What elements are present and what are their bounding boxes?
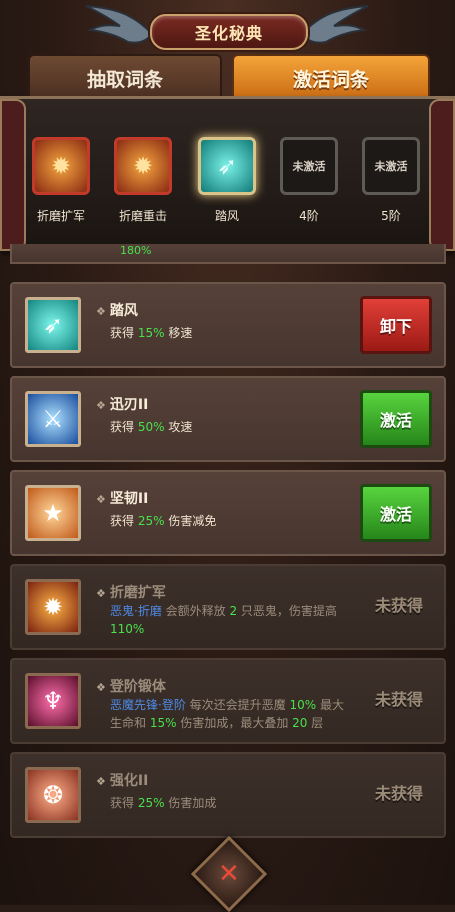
tab-draw-entries[interactable]: 抽取词条 <box>28 54 222 102</box>
entry-desc: 获得 15% 移速 <box>110 326 193 340</box>
unequip-button[interactable]: 卸下 <box>360 296 432 354</box>
entry-name: 踏风 <box>109 303 138 319</box>
activate-button[interactable]: 激活 <box>360 484 432 542</box>
entry-desc: 获得 50% 攻速 <box>110 420 193 434</box>
active-slots-panel: ✹ 折磨扩军 ✹ 折磨重击 ➶ 踏风 未激活 4阶 未激活 5阶 <box>0 96 455 251</box>
shield-icon: ★ <box>25 485 81 541</box>
not-obtained-label: 未获得 <box>374 596 423 615</box>
page-title: 圣化秘典 <box>150 14 308 50</box>
entry-desc: 恶魔先锋·登阶 每次还会提升恶魔 10% 最大生命和 15% 伤害加成，最大叠加… <box>110 698 344 730</box>
partial-value: 180% <box>120 244 152 257</box>
entry-name: 迅刃II <box>109 397 149 413</box>
wind-icon: ➶ <box>198 137 256 195</box>
demon-icon: ♆ <box>25 673 81 729</box>
wing-right-icon <box>300 5 369 44</box>
list-item: ♆ ❖ 登阶锻体 恶魔先锋·登阶 每次还会提升恶魔 10% 最大生命和 15% 伤… <box>10 658 446 744</box>
tab-activate-entries[interactable]: 激活词条 <box>232 54 430 102</box>
slot-label: 5阶 <box>381 209 401 223</box>
slot-3[interactable]: ➶ 踏风 <box>190 129 264 224</box>
slot-label: 折磨重击 <box>118 209 167 223</box>
slot-5[interactable]: 未激活 5阶 <box>354 129 428 224</box>
slot-label: 踏风 <box>214 209 239 223</box>
entry-name: 折磨扩军 <box>109 585 166 601</box>
wing-left-icon <box>85 5 154 44</box>
entry-name: 登阶锻体 <box>109 679 166 695</box>
fire-icon: ✹ <box>114 137 172 195</box>
not-obtained-label: 未获得 <box>374 784 423 803</box>
activate-button[interactable]: 激活 <box>360 390 432 448</box>
entry-name: 坚韧II <box>109 491 149 507</box>
list-item: ★ ❖ 坚韧II 获得 25% 伤害减免 激活 <box>10 470 446 556</box>
entry-name: 强化II <box>109 773 149 789</box>
blade-icon: ⚔ <box>25 391 81 447</box>
close-icon: ✕ <box>218 858 240 889</box>
fire-icon: ✹ <box>32 137 90 195</box>
slot-label: 折磨扩军 <box>36 209 85 223</box>
fire-icon: ✹ <box>25 579 81 635</box>
list-item-partial: 180% <box>10 244 446 264</box>
locked-slot: 未激活 <box>362 137 420 195</box>
list-item: ➶ ❖ 踏风 获得 15% 移速 卸下 <box>10 282 446 368</box>
entry-desc: 恶鬼·折磨 会额外释放 2 只恶鬼，伤害提高 110% <box>110 604 337 636</box>
slot-4[interactable]: 未激活 4阶 <box>272 129 346 224</box>
not-obtained-label: 未获得 <box>374 690 423 709</box>
wind-icon: ➶ <box>25 297 81 353</box>
slot-label: 4阶 <box>299 209 319 223</box>
entry-desc: 获得 25% 伤害减免 <box>110 514 217 528</box>
panel-cap-right <box>429 99 455 251</box>
locked-slot: 未激活 <box>280 137 338 195</box>
entry-desc: 获得 25% 伤害加成 <box>110 796 217 810</box>
list-item: ❂ ❖ 强化II 获得 25% 伤害加成 未获得 <box>10 752 446 838</box>
slot-2[interactable]: ✹ 折磨重击 <box>106 129 180 224</box>
slot-1[interactable]: ✹ 折磨扩军 <box>24 129 98 224</box>
flame-icon: ❂ <box>25 767 81 823</box>
list-item: ✹ ❖ 折磨扩军 恶鬼·折磨 会额外释放 2 只恶鬼，伤害提高 110% 未获得 <box>10 564 446 650</box>
list-item: ⚔ ❖ 迅刃II 获得 50% 攻速 激活 <box>10 376 446 462</box>
panel-cap-left <box>0 99 26 251</box>
